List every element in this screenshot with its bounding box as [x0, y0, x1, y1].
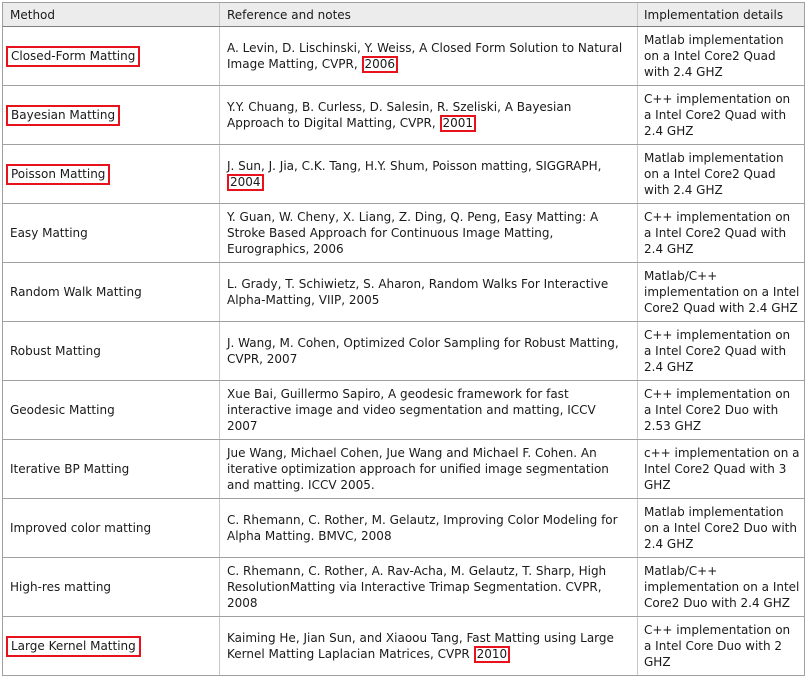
table-body: Closed-Form Matting A. Levin, D. Lischins…: [2, 27, 805, 676]
reference-text: L. Grady, T. Schiwietz, S. Aharon, Rando…: [227, 277, 609, 307]
reference-cell: Xue Bai, Guillermo Sapiro, A geodesic fr…: [227, 381, 627, 439]
method-name: High-res matting: [10, 580, 112, 594]
reference-year: 2010: [473, 645, 511, 663]
reference-cell: Kaiming He, Jian Sun, and Xiaoou Tang, F…: [227, 617, 627, 675]
method-name: Easy Matting: [10, 226, 88, 240]
implementation-text: Matlab implementation on a Intel Core2 Q…: [644, 151, 784, 197]
reference-text: Jue Wang, Michael Cohen, Jue Wang and Mi…: [227, 446, 609, 492]
reference-cell: Y.Y. Chuang, B. Curless, D. Salesin, R. …: [227, 86, 627, 144]
table-row: High-res matting C. Rhemann, C. Rother, A…: [2, 558, 805, 617]
reference-text: J. Wang, M. Cohen, Optimized Color Sampl…: [227, 336, 619, 366]
method-cell: Poisson Matting: [6, 145, 215, 203]
reference-year: 2004: [227, 173, 264, 191]
header-implementation: Implementation details: [644, 8, 784, 22]
table-row: Closed-Form Matting A. Levin, D. Lischins…: [2, 27, 805, 86]
implementation-cell: C++ implementation on a Intel Core2 Quad…: [644, 322, 800, 380]
method-cell: Bayesian Matting: [6, 86, 215, 144]
method-name: Closed-Form Matting: [6, 45, 141, 67]
method-cell: Geodesic Matting: [10, 381, 215, 439]
method-name: Iterative BP Matting: [10, 462, 130, 476]
implementation-text: Matlab/C++ implementation on a Intel Cor…: [644, 269, 800, 315]
implementation-text: Matlab/C++ implementation on a Intel Cor…: [644, 564, 800, 610]
reference-cell: Jue Wang, Michael Cohen, Jue Wang and Mi…: [227, 440, 627, 498]
implementation-text: C++ implementation on a Intel Core Duo w…: [644, 623, 791, 669]
implementation-cell: Matlab implementation on a Intel Core2 D…: [644, 499, 800, 557]
method-name: Poisson Matting: [6, 163, 111, 185]
implementation-text: C++ implementation on a Intel Core2 Quad…: [644, 92, 791, 138]
reference-cell: J. Sun, J. Jia, C.K. Tang, H.Y. Shum, Po…: [227, 145, 627, 203]
reference-cell: C. Rhemann, C. Rother, M. Gelautz, Impro…: [227, 499, 627, 557]
method-cell: Improved color matting: [10, 499, 215, 557]
method-cell: Easy Matting: [10, 204, 215, 262]
implementation-cell: C++ implementation on a Intel Core Duo w…: [644, 617, 800, 675]
reference-text: C. Rhemann, C. Rother, M. Gelautz, Impro…: [227, 513, 618, 543]
implementation-text: c++ implementation on a Intel Core2 Quad…: [644, 446, 800, 492]
implementation-cell: Matlab implementation on a Intel Core2 Q…: [644, 27, 800, 85]
method-name: Geodesic Matting: [10, 403, 115, 417]
implementation-text: Matlab implementation on a Intel Core2 D…: [644, 505, 797, 551]
header-reference: Reference and notes: [227, 8, 351, 22]
method-cell: Closed-Form Matting: [6, 27, 215, 85]
implementation-text: C++ implementation on a Intel Core2 Duo …: [644, 387, 791, 433]
table-row: Iterative BP Matting Jue Wang, Michael Co…: [2, 440, 805, 499]
reference-cell: L. Grady, T. Schiwietz, S. Aharon, Rando…: [227, 263, 627, 321]
reference-text: C. Rhemann, C. Rother, A. Rav-Acha, M. G…: [227, 564, 607, 610]
reference-text: Y. Guan, W. Cheny, X. Liang, Z. Ding, Q.…: [227, 210, 599, 256]
implementation-text: Matlab implementation on a Intel Core2 Q…: [644, 33, 784, 79]
method-cell: Large Kernel Matting: [6, 617, 215, 675]
reference-text: A. Levin, D. Lischinski, Y. Weiss, A Clo…: [227, 40, 623, 71]
method-cell: Random Walk Matting: [10, 263, 215, 321]
implementation-cell: c++ implementation on a Intel Core2 Quad…: [644, 440, 800, 498]
table-row: Easy Matting Y. Guan, W. Cheny, X. Liang,…: [2, 204, 805, 263]
reference-text: Xue Bai, Guillermo Sapiro, A geodesic fr…: [227, 387, 596, 433]
implementation-cell: Matlab/C++ implementation on a Intel Cor…: [644, 558, 800, 616]
reference-cell: J. Wang, M. Cohen, Optimized Color Sampl…: [227, 322, 627, 380]
method-name: Large Kernel Matting: [6, 635, 141, 657]
implementation-cell: Matlab implementation on a Intel Core2 Q…: [644, 145, 800, 203]
table-row: Random Walk Matting L. Grady, T. Schiwiet…: [2, 263, 805, 322]
implementation-cell: C++ implementation on a Intel Core2 Duo …: [644, 381, 800, 439]
method-cell: High-res matting: [10, 558, 215, 616]
implementation-cell: C++ implementation on a Intel Core2 Quad…: [644, 204, 800, 262]
implementation-text: C++ implementation on a Intel Core2 Quad…: [644, 328, 791, 374]
header-method: Method: [10, 8, 56, 22]
reference-cell: A. Levin, D. Lischinski, Y. Weiss, A Clo…: [227, 27, 627, 85]
table-row: Improved color matting C. Rhemann, C. Rot…: [2, 499, 805, 558]
reference-cell: C. Rhemann, C. Rother, A. Rav-Acha, M. G…: [227, 558, 627, 616]
implementation-text: C++ implementation on a Intel Core2 Quad…: [644, 210, 791, 256]
table-row: Poisson Matting J. Sun, J. Jia, C.K. Tang…: [2, 145, 805, 204]
reference-text: Kaiming He, Jian Sun, and Xiaoou Tang, F…: [227, 630, 614, 661]
reference-cell: Y. Guan, W. Cheny, X. Liang, Z. Ding, Q.…: [227, 204, 627, 262]
table-row: Robust Matting J. Wang, M. Cohen, Optimiz…: [2, 322, 805, 381]
reference-year: 2006: [361, 55, 399, 73]
implementation-cell: C++ implementation on a Intel Core2 Quad…: [644, 86, 800, 144]
method-name: Improved color matting: [10, 521, 152, 535]
table-row: Bayesian Matting Y.Y. Chuang, B. Curless,…: [2, 86, 805, 145]
table-header: Method Reference and notes Implementatio…: [2, 2, 805, 27]
reference-text: J. Sun, J. Jia, C.K. Tang, H.Y. Shum, Po…: [227, 158, 602, 173]
method-name: Random Walk Matting: [10, 285, 142, 299]
implementation-cell: Matlab/C++ implementation on a Intel Cor…: [644, 263, 800, 321]
table-row: Large Kernel Matting Kaiming He, Jian Sun…: [2, 617, 805, 676]
reference-year: 2001: [439, 114, 477, 132]
matting-methods-table: Method Reference and notes Implementatio…: [2, 2, 805, 676]
table-row: Geodesic Matting Xue Bai, Guillermo Sapir…: [2, 381, 805, 440]
method-cell: Iterative BP Matting: [10, 440, 215, 498]
reference-text: Y.Y. Chuang, B. Curless, D. Salesin, R. …: [227, 99, 572, 130]
method-name: Bayesian Matting: [6, 104, 121, 126]
method-cell: Robust Matting: [10, 322, 215, 380]
method-name: Robust Matting: [10, 344, 101, 358]
